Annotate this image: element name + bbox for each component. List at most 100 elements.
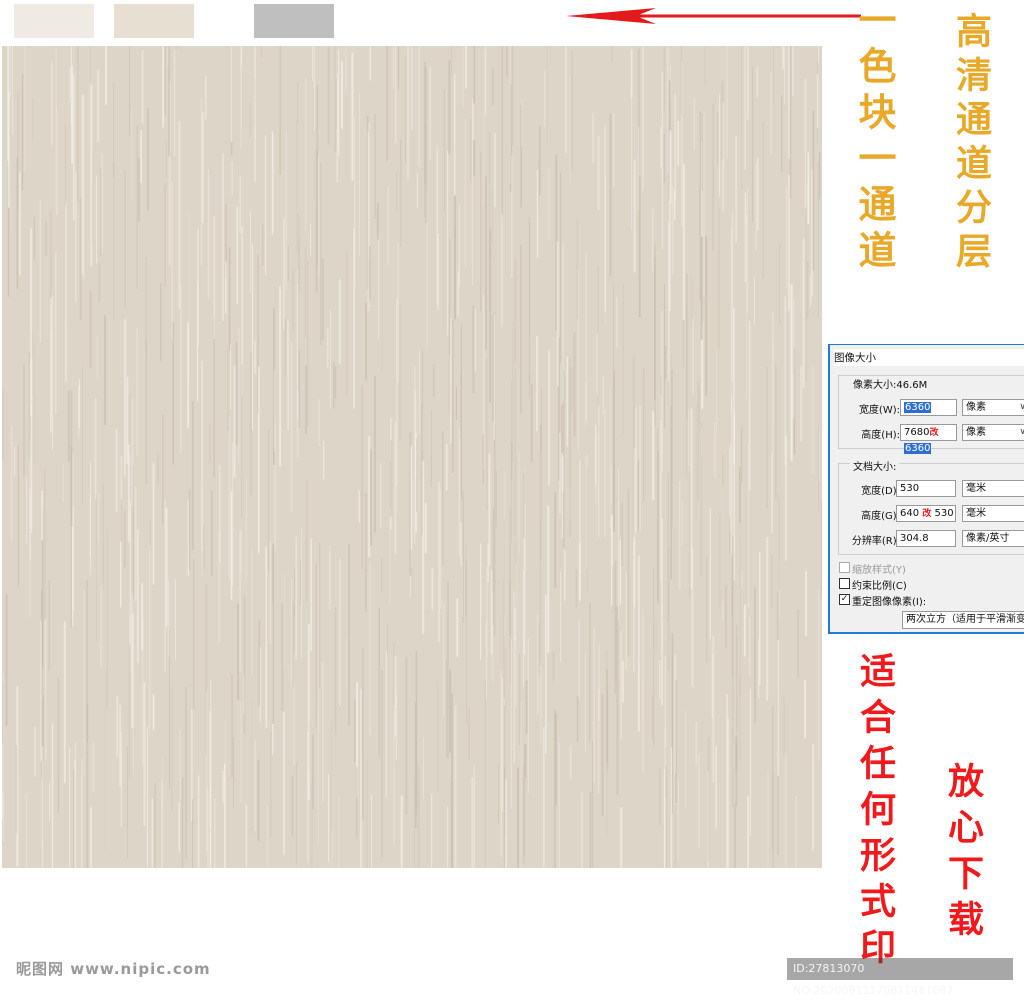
texture-streak bbox=[230, 491, 233, 600]
width-unit-select[interactable]: 像素 ∨ bbox=[962, 399, 1024, 416]
resample-label: 重定图像像素(I): bbox=[852, 597, 927, 608]
texture-streak bbox=[249, 101, 251, 138]
texture-streak bbox=[576, 696, 579, 742]
texture-streak bbox=[271, 131, 274, 236]
texture-streak bbox=[817, 46, 819, 64]
texture-streak bbox=[238, 328, 240, 464]
texture-streak bbox=[698, 754, 700, 849]
texture-streak bbox=[659, 660, 661, 699]
texture-streak bbox=[739, 466, 741, 523]
texture-streak bbox=[654, 256, 656, 400]
texture-streak bbox=[341, 61, 343, 129]
texture-streak bbox=[207, 169, 210, 299]
doc-height-unit-select[interactable]: 毫米 bbox=[962, 505, 1024, 522]
texture-streak bbox=[448, 60, 451, 155]
texture-streak bbox=[749, 617, 751, 676]
texture-streak bbox=[482, 434, 484, 485]
texture-streak bbox=[793, 300, 795, 419]
texture-streak bbox=[731, 395, 733, 556]
scale-styles-checkbox[interactable] bbox=[839, 562, 850, 573]
scale-styles-label: 缩放样式(Y) bbox=[852, 565, 906, 576]
height-unit-select[interactable]: 像素 ∨ bbox=[962, 424, 1024, 441]
texture-streak bbox=[165, 140, 167, 178]
texture-streak bbox=[358, 490, 360, 523]
texture-streak bbox=[164, 46, 166, 116]
texture-streak bbox=[480, 152, 482, 312]
texture-streak bbox=[337, 74, 338, 147]
texture-streak bbox=[498, 763, 499, 825]
texture-streak bbox=[514, 368, 516, 536]
resolution-unit-select[interactable]: 像素/英寸 bbox=[962, 530, 1024, 547]
texture-streak bbox=[468, 708, 470, 760]
texture-streak bbox=[305, 365, 307, 435]
texture-streak bbox=[411, 567, 413, 599]
texture-streak bbox=[778, 492, 780, 590]
texture-streak bbox=[747, 796, 749, 868]
texture-streak bbox=[397, 46, 400, 89]
texture-streak bbox=[126, 317, 127, 457]
texture-streak bbox=[609, 114, 612, 276]
texture-streak bbox=[405, 56, 406, 163]
texture-streak bbox=[731, 211, 734, 383]
texture-pattern bbox=[2, 46, 822, 868]
texture-streak bbox=[327, 46, 330, 145]
texture-streak bbox=[578, 620, 580, 698]
doc-width-input[interactable]: 530 bbox=[896, 480, 956, 497]
doc-height-input[interactable]: 640 改 530 bbox=[896, 505, 956, 522]
texture-streak bbox=[637, 48, 640, 128]
texture-streak bbox=[192, 799, 194, 868]
texture-streak bbox=[265, 546, 268, 728]
texture-streak bbox=[520, 702, 522, 868]
texture-streak bbox=[393, 46, 395, 88]
texture-streak bbox=[390, 440, 393, 517]
texture-streak bbox=[458, 204, 460, 287]
texture-streak bbox=[709, 508, 711, 640]
texture-streak bbox=[34, 339, 35, 465]
height-input[interactable]: 7680改6360 bbox=[900, 424, 957, 454]
texture-streak bbox=[779, 243, 780, 325]
texture-streak bbox=[197, 775, 200, 868]
texture-streak bbox=[703, 111, 705, 298]
texture-streak bbox=[334, 606, 337, 736]
texture-streak bbox=[78, 386, 80, 438]
texture-streak bbox=[653, 568, 655, 747]
resample-method-select[interactable]: 两次立方（适用于平滑渐变 bbox=[902, 611, 1024, 629]
width-input[interactable]: 6360 bbox=[900, 399, 957, 416]
texture-streak bbox=[639, 405, 641, 532]
texture-streak bbox=[566, 356, 569, 447]
texture-streak bbox=[13, 446, 16, 477]
texture-streak bbox=[457, 271, 459, 317]
texture-streak bbox=[290, 341, 293, 512]
texture-streak bbox=[784, 296, 786, 465]
texture-streak bbox=[470, 118, 472, 183]
texture-streak bbox=[548, 350, 550, 486]
texture-streak bbox=[139, 158, 140, 222]
texture-streak bbox=[462, 491, 464, 623]
texture-streak bbox=[450, 782, 453, 863]
texture-streak bbox=[524, 466, 526, 575]
texture-streak bbox=[682, 163, 685, 321]
texture-streak bbox=[235, 341, 238, 446]
texture-streak bbox=[504, 472, 506, 636]
texture-streak bbox=[21, 74, 24, 190]
resolution-input[interactable]: 304.8 bbox=[896, 530, 956, 547]
texture-streak bbox=[134, 486, 137, 601]
texture-streak bbox=[569, 745, 572, 780]
texture-streak bbox=[185, 687, 187, 859]
texture-streak bbox=[465, 46, 467, 89]
texture-streak bbox=[543, 69, 545, 128]
constrain-proportions-checkbox[interactable] bbox=[839, 578, 850, 589]
texture-streak bbox=[330, 310, 331, 409]
resample-checkbox[interactable]: ✓ bbox=[839, 594, 850, 605]
texture-streak bbox=[747, 46, 749, 120]
texture-streak bbox=[44, 618, 47, 761]
texture-streak bbox=[447, 581, 449, 759]
texture-streak bbox=[83, 94, 85, 278]
texture-streak bbox=[795, 796, 797, 868]
texture-streak bbox=[512, 321, 514, 462]
texture-streak bbox=[586, 468, 588, 592]
texture-streak bbox=[667, 547, 670, 671]
doc-width-unit-select[interactable]: 毫米 bbox=[962, 480, 1024, 497]
texture-streak bbox=[530, 383, 533, 463]
texture-streak bbox=[89, 291, 92, 369]
